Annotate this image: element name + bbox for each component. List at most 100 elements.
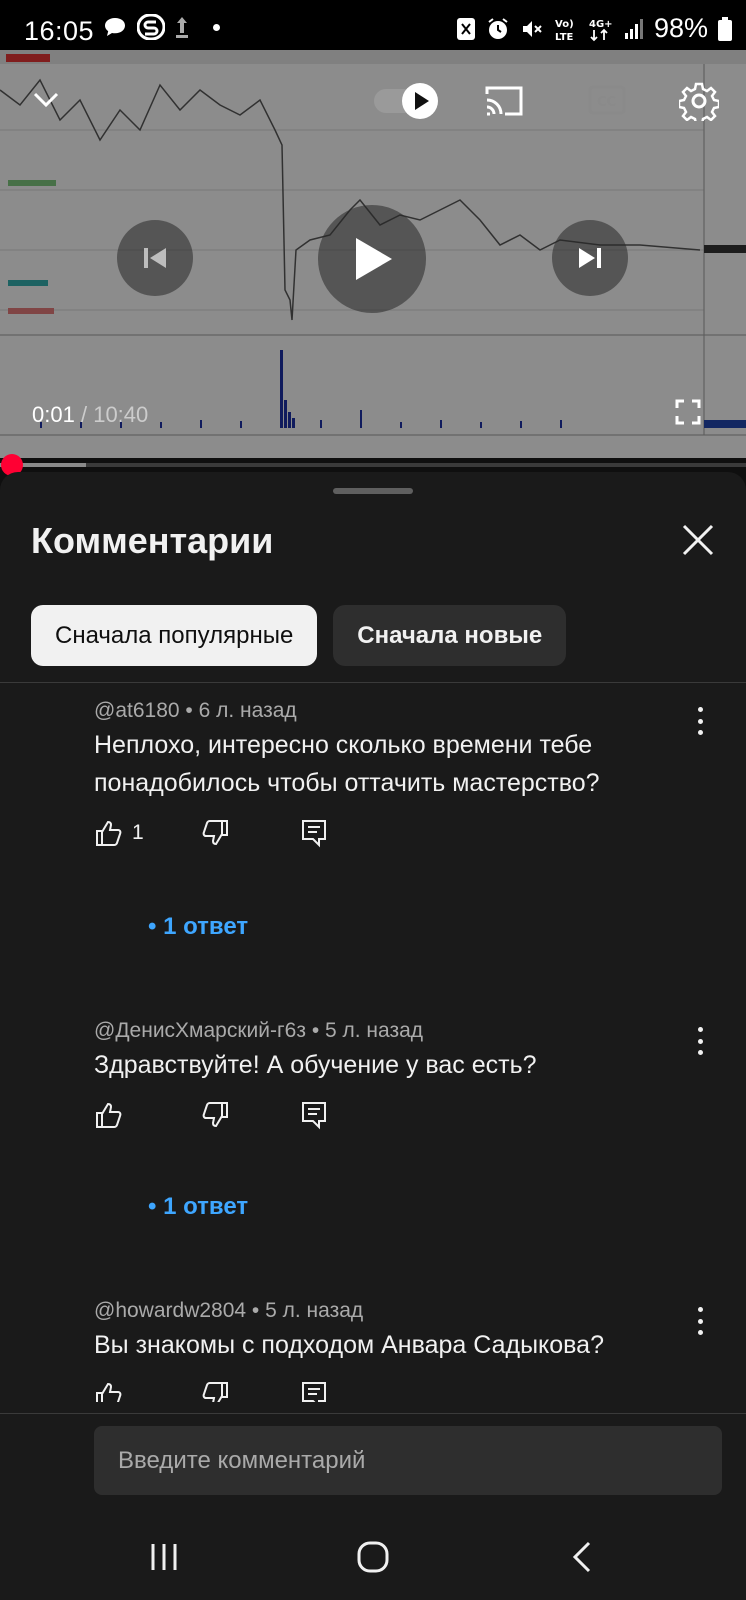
drag-handle[interactable] [333, 488, 413, 494]
comment-actions: 1 [94, 818, 328, 848]
comment-text: Вы знакомы с подходом Анвара Садыкова? [94, 1331, 604, 1359]
status-bar: 16:05 Vo) LTE 4G+ 98% [0, 0, 746, 50]
sort-chips: Сначала популярные Сначала новые [31, 605, 567, 666]
comments-title: Комментарии [31, 520, 274, 561]
comment-menu-button[interactable] [690, 703, 710, 739]
captions-icon: CC [588, 85, 626, 115]
play-icon [356, 238, 392, 280]
comment-input-placeholder: Введите комментарий [118, 1446, 366, 1474]
play-button[interactable] [318, 205, 426, 313]
alarm-icon [488, 17, 508, 39]
like-button[interactable]: 1 [94, 818, 200, 848]
chevron-down-icon [33, 92, 59, 108]
comment-meta: @howardw2804 • 5 л. назад [94, 1299, 363, 1323]
comment-actions [94, 1380, 328, 1402]
system-nav-bar [0, 1512, 746, 1600]
total-time: 10:40 [93, 402, 149, 427]
chat-bubble-icon [105, 18, 125, 36]
mute-icon [522, 20, 542, 37]
upload-icon [176, 17, 188, 38]
comment-input[interactable]: Введите комментарий [94, 1426, 722, 1495]
recent-apps-icon [151, 1544, 177, 1570]
comment-actions [94, 1100, 328, 1130]
system-icons: Vo) LTE 4G+ 98% [456, 13, 732, 44]
settings-button[interactable] [678, 80, 720, 122]
progress-track [0, 463, 746, 467]
comment-meta: @ДенисХмарский-г6з • 5 л. назад [94, 1019, 423, 1043]
battery-icon [718, 16, 732, 41]
svg-text:LTE: LTE [555, 32, 574, 42]
home-button[interactable] [348, 1532, 398, 1582]
chip-newest-first[interactable]: Сначала новые [333, 605, 567, 666]
input-divider [0, 1413, 746, 1414]
time-separator: / [80, 402, 88, 427]
notification-icons [103, 14, 220, 40]
thumbs-down-icon [202, 820, 228, 846]
chip-popular-first[interactable]: Сначала популярные [31, 605, 318, 666]
comment-menu-button[interactable] [690, 1303, 710, 1339]
view-replies-link[interactable]: • 1 ответ [148, 913, 248, 941]
autoplay-toggle[interactable] [372, 81, 442, 121]
back-button[interactable] [557, 1532, 607, 1582]
comment-age: 6 л. назад [198, 699, 297, 722]
svg-text:Vo): Vo) [555, 19, 574, 30]
thumbs-down-icon [202, 1102, 228, 1128]
thumbs-down-icon [202, 1382, 228, 1402]
thumbs-up-icon [96, 1382, 122, 1402]
close-button[interactable] [680, 522, 716, 558]
video-player[interactable]: CC 0:01 / 10:40 [0, 50, 746, 458]
dislike-button[interactable] [200, 818, 300, 848]
thumbs-up-icon [96, 1102, 122, 1128]
signal-icon [624, 18, 643, 39]
comment-age: 5 л. назад [265, 1299, 364, 1322]
video-progress-bar[interactable] [0, 454, 746, 476]
next-button[interactable] [552, 220, 628, 296]
back-icon [572, 1541, 591, 1573]
fullscreen-button[interactable] [672, 396, 704, 428]
like-button[interactable] [94, 1380, 200, 1402]
reply-icon [302, 820, 326, 848]
home-icon [357, 1541, 389, 1573]
comment-meta: @at6180 • 6 л. назад [94, 699, 297, 723]
current-time: 0:01 [32, 402, 75, 427]
svg-text:4G+: 4G+ [589, 19, 613, 30]
cast-icon [485, 86, 523, 116]
reply-button[interactable] [300, 818, 328, 848]
comment-menu-button[interactable] [690, 1023, 710, 1059]
cast-button[interactable] [482, 82, 526, 120]
svg-text:CC: CC [597, 95, 616, 110]
thumbs-up-icon [96, 820, 122, 846]
meta-separator: • [251, 1299, 266, 1322]
volte-icon: Vo) LTE [555, 19, 574, 42]
previous-button[interactable] [117, 220, 193, 296]
battery-percent: 98% [653, 13, 708, 43]
skip-previous-icon [144, 248, 166, 268]
view-replies-link[interactable]: • 1 ответ [148, 1193, 248, 1221]
dislike-button[interactable] [200, 1380, 300, 1402]
meta-separator: • [185, 699, 199, 722]
reply-icon [302, 1382, 326, 1402]
gear-icon [679, 82, 719, 121]
fullscreen-icon [675, 399, 701, 425]
comments-list[interactable]: @at6180 • 6 л. назад Неплохо, интересно … [0, 683, 746, 1402]
comment-author[interactable]: @at6180 [94, 699, 180, 722]
like-button[interactable] [94, 1100, 200, 1130]
reply-icon [302, 1102, 326, 1130]
dislike-button[interactable] [200, 1100, 300, 1130]
recent-apps-button[interactable] [139, 1532, 189, 1582]
comment-text: Здравствуйте! А обучение у вас есть? [94, 1051, 537, 1079]
app-s-icon [137, 14, 165, 40]
captions-button[interactable]: CC [588, 82, 626, 118]
comment-author[interactable]: @ДенисХмарский-г6з [94, 1019, 306, 1042]
comment-text: Неплохо, интересно сколько времени тебе … [94, 731, 600, 797]
close-icon [682, 524, 714, 556]
nfc-icon [456, 17, 475, 40]
comment-author[interactable]: @howardw2804 [94, 1299, 246, 1322]
comment-age: 5 л. назад [325, 1019, 424, 1042]
reply-button[interactable] [300, 1100, 328, 1130]
like-count: 1 [132, 821, 144, 844]
meta-separator: • [311, 1019, 325, 1042]
minimize-button[interactable] [28, 82, 64, 118]
reply-button[interactable] [300, 1380, 328, 1402]
skip-next-icon [579, 248, 601, 268]
